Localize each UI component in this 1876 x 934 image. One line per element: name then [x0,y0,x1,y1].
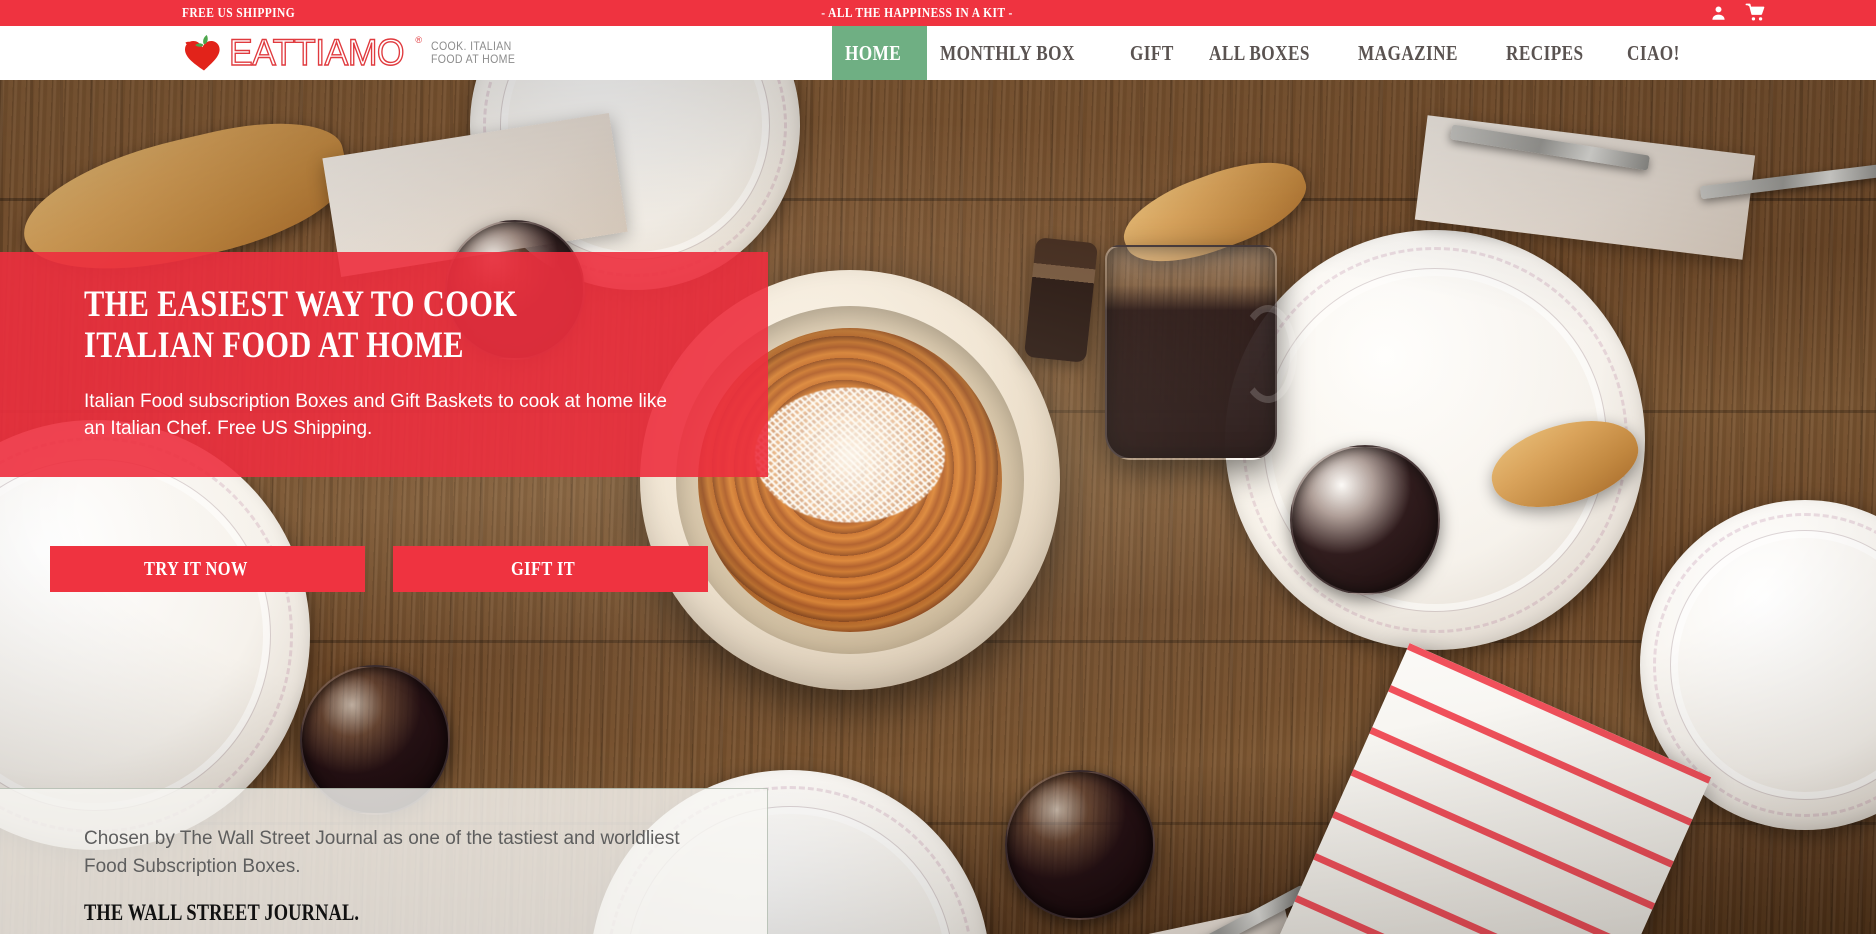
nav-item-ciao-label: CIAO! [1626,40,1680,65]
press-quote: Chosen by The Wall Street Journal as one… [84,828,680,877]
shipping-notice-text: FREE US SHIPPING [182,6,296,21]
hero-headline: THE EASIEST WAY TO COOK ITALIAN FOOD AT … [84,284,708,367]
gift-it-button[interactable]: GIFT IT [393,546,708,592]
nav-item-gift[interactable]: GIFT [1117,26,1196,80]
hero-subtitle: Italian Food subscription Boxes and Gift… [84,390,667,439]
announcement-bar: FREE US SHIPPING - ALL THE HAPPINESS IN … [0,0,1876,26]
registered-mark: ® [415,35,423,45]
heart-tomato-leaf-icon [185,35,220,71]
nav-item-home-label: HOME [845,40,902,65]
nav-item-all-boxes[interactable]: ALL BOXES [1196,26,1345,80]
nav-item-magazine-label: MAGAZINE [1358,40,1459,65]
logo-tagline: COOK. ITALIAN FOOD AT HOME [431,40,515,66]
shopping-cart-icon[interactable] [1745,3,1766,23]
nav-item-monthly-box-label: MONTHLY BOX [939,40,1075,65]
nav-item-magazine[interactable]: MAGAZINE [1345,26,1493,80]
account-actions [1710,3,1766,23]
wall-street-journal-logo: THE WALL STREET JOURNAL. [84,900,360,926]
logo-tagline-line2: FOOD AT HOME [431,52,516,66]
try-it-now-label: TRY IT NOW [144,557,248,580]
hero-banner: THE EASIEST WAY TO COOK ITALIAN FOOD AT … [0,252,768,477]
main-navigation: HOME MONTHLY BOX GIFT ALL BOXES MAGAZINE… [832,26,1704,80]
press-mention-panel: Chosen by The Wall Street Journal as one… [0,788,768,934]
hero-section: THE EASIEST WAY TO COOK ITALIAN FOOD AT … [0,80,1876,934]
nav-item-recipes-label: RECIPES [1506,40,1584,65]
site-logo[interactable]: EATTIAMO ® COOK. ITALIAN FOOD AT HOME [182,33,527,73]
gift-it-label: GIFT IT [511,557,576,580]
logo-tagline-line1: COOK. ITALIAN [431,39,512,53]
shipping-notice: FREE US SHIPPING [182,4,320,22]
hero-headline-line2: ITALIAN FOOD AT HOME [84,325,464,367]
logo-wordmark: EATTIAMO [228,31,405,73]
nav-item-home[interactable]: HOME [832,26,927,80]
tagline-notice-text: - ALL THE HAPPINESS IN A KIT - [821,6,1013,21]
user-icon[interactable] [1710,5,1727,22]
nav-item-recipes[interactable]: RECIPES [1493,26,1614,80]
tagline-notice: - ALL THE HAPPINESS IN A KIT - [821,4,1055,22]
nav-item-all-boxes-label: ALL BOXES [1209,40,1311,65]
site-header: EATTIAMO ® COOK. ITALIAN FOOD AT HOME HO… [0,26,1876,80]
nav-item-monthly-box[interactable]: MONTHLY BOX [927,26,1117,80]
nav-item-ciao[interactable]: CIAO! [1614,26,1704,80]
hero-cta-group: TRY IT NOW GIFT IT [50,546,708,592]
try-it-now-button[interactable]: TRY IT NOW [50,546,365,592]
nav-item-gift-label: GIFT [1129,40,1174,65]
hero-headline-line1: THE EASIEST WAY TO COOK [84,284,518,325]
